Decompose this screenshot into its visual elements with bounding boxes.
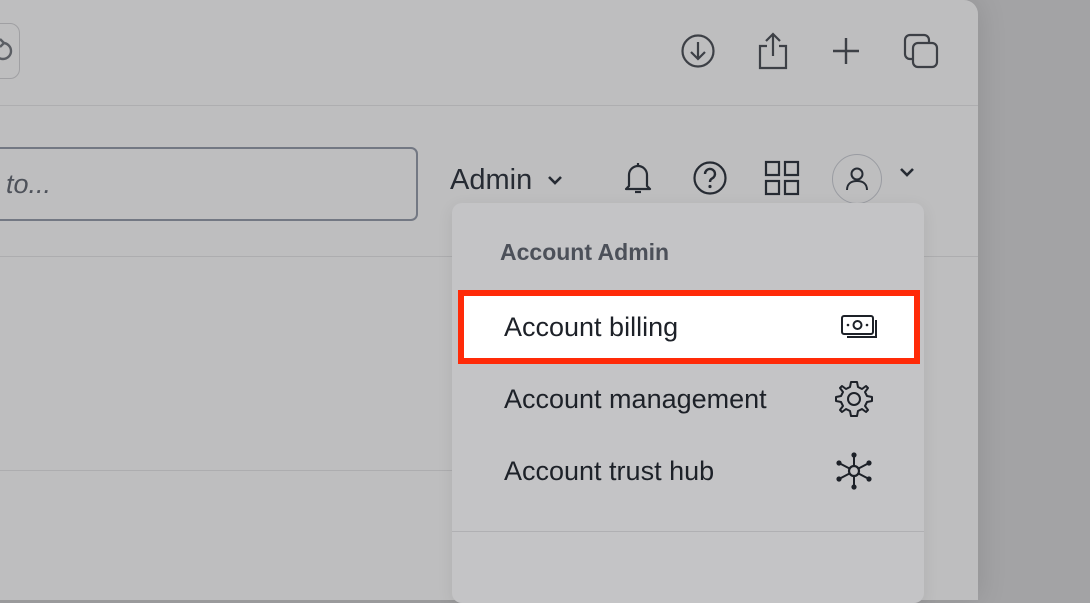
menu-item-label: Account trust hub xyxy=(504,455,715,486)
reload-button[interactable] xyxy=(0,23,20,79)
share-icon xyxy=(758,32,788,70)
new-tab-button[interactable] xyxy=(825,30,867,72)
notifications-button[interactable] xyxy=(616,156,660,200)
user-icon xyxy=(846,167,868,191)
content-divider xyxy=(0,470,452,471)
bell-icon xyxy=(624,163,652,194)
grid-icon xyxy=(764,160,800,196)
download-icon xyxy=(681,34,715,68)
billing-icon xyxy=(838,305,882,349)
admin-label: Admin xyxy=(450,163,533,196)
gear-icon xyxy=(832,377,876,421)
share-button[interactable] xyxy=(752,30,794,72)
admin-menu-button[interactable]: Admin xyxy=(450,160,564,200)
avatar[interactable] xyxy=(832,154,882,204)
help-button[interactable] xyxy=(688,156,732,200)
tabs-icon xyxy=(903,33,939,69)
chevron-down-icon xyxy=(900,168,914,177)
menu-item-label: Account management xyxy=(504,383,767,414)
search-placeholder: to... xyxy=(6,168,52,199)
account-menu-chevron[interactable] xyxy=(898,166,916,178)
reload-icon xyxy=(0,38,13,61)
search-input[interactable]: to... xyxy=(0,147,418,221)
menu-item-account-trust-hub[interactable]: Account trust hub xyxy=(504,449,876,493)
menu-item-account-management[interactable]: Account management xyxy=(504,377,876,421)
menu-item-account-billing[interactable]: Account billing xyxy=(458,290,920,364)
help-icon xyxy=(693,161,727,195)
menu-item-account-billing-row: Account billing xyxy=(504,305,882,349)
dropdown-heading: Account Admin xyxy=(500,239,670,265)
dropdown-divider xyxy=(452,531,924,532)
tab-overview-button[interactable] xyxy=(900,30,942,72)
trust-hub-icon xyxy=(832,449,876,493)
chevron-down-icon xyxy=(546,174,564,186)
browser-toolbar xyxy=(0,0,978,106)
menu-item-label: Account billing xyxy=(504,311,679,342)
plus-icon xyxy=(833,38,859,64)
apps-button[interactable] xyxy=(760,156,804,200)
download-button[interactable] xyxy=(677,30,719,72)
account-dropdown-menu: Account Admin Account management Account… xyxy=(452,203,924,603)
